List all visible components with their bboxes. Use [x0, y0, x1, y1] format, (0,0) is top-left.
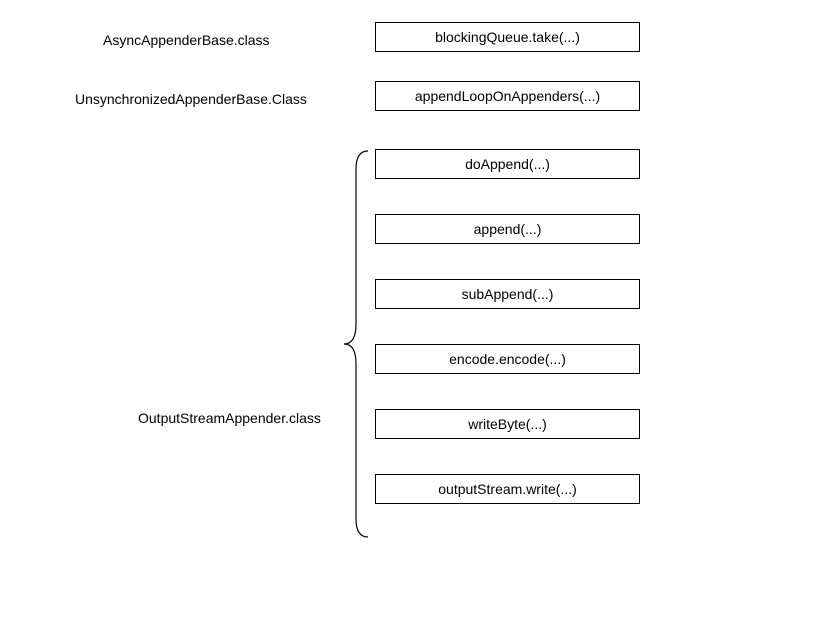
method-text: outputStream.write(...)	[438, 481, 577, 497]
class-label-unsync: UnsynchronizedAppenderBase.Class	[75, 91, 307, 107]
method-box-append: append(...)	[375, 214, 640, 244]
method-text: append(...)	[474, 221, 542, 237]
method-box-encode: encode.encode(...)	[375, 344, 640, 374]
method-text: doAppend(...)	[465, 156, 550, 172]
method-box-appendloop: appendLoopOnAppenders(...)	[375, 81, 640, 111]
method-text: encode.encode(...)	[449, 351, 566, 367]
curly-brace-icon	[340, 149, 370, 539]
class-label-outputstream: OutputStreamAppender.class	[138, 410, 321, 426]
method-box-subappend: subAppend(...)	[375, 279, 640, 309]
method-text: subAppend(...)	[462, 286, 554, 302]
method-box-outputstreamwrite: outputStream.write(...)	[375, 474, 640, 504]
method-text: appendLoopOnAppenders(...)	[415, 88, 600, 104]
method-box-blockingqueue: blockingQueue.take(...)	[375, 22, 640, 52]
method-box-doappend: doAppend(...)	[375, 149, 640, 179]
method-text: blockingQueue.take(...)	[435, 29, 580, 45]
class-label-async: AsyncAppenderBase.class	[103, 32, 270, 48]
method-text: writeByte(...)	[468, 416, 547, 432]
method-box-writebyte: writeByte(...)	[375, 409, 640, 439]
